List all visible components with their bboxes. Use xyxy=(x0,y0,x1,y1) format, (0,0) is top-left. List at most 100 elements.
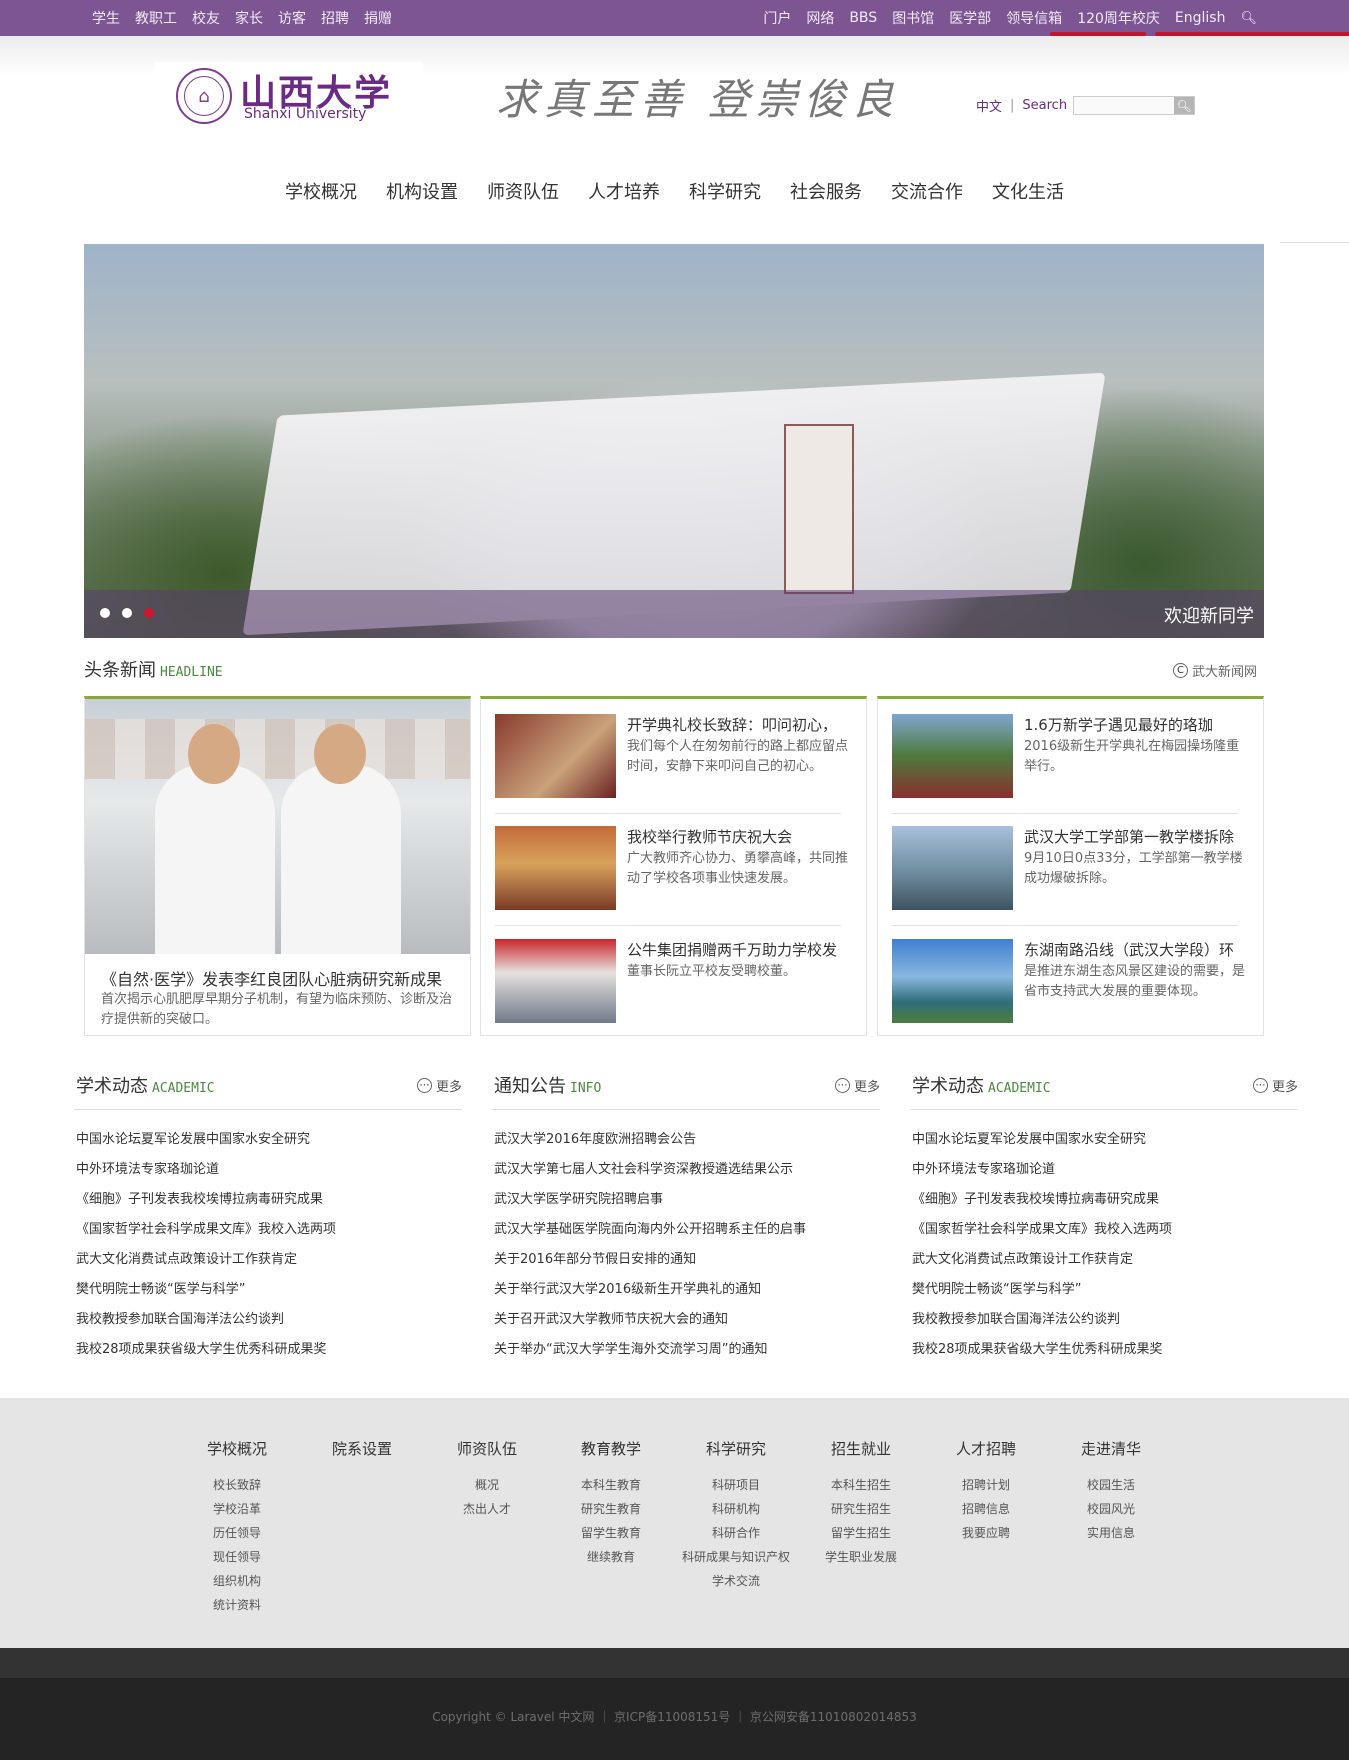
news-thumbnail[interactable] xyxy=(495,939,616,1023)
footer-link[interactable]: 招聘信息 xyxy=(916,1497,1056,1521)
link-students[interactable]: 学生 xyxy=(92,8,120,28)
footer-column-title[interactable]: 人才招聘 xyxy=(916,1438,1056,1459)
footer-link[interactable]: 校长致辞 xyxy=(167,1473,307,1497)
list-item[interactable]: 《国家哲学社会科学成果文库》我校入选两项 xyxy=(76,1220,464,1250)
news-item[interactable]: 公牛集团捐赠两千万助力学校发 董事长阮立平校友受聘校董。 xyxy=(495,939,855,1023)
footer-column-title[interactable]: 走进清华 xyxy=(1041,1438,1181,1459)
search-input[interactable] xyxy=(1074,99,1174,117)
footer-link[interactable]: 留学生教育 xyxy=(541,1521,681,1545)
link-mailbox[interactable]: 领导信箱 xyxy=(1006,8,1062,28)
carousel-dot[interactable] xyxy=(122,608,132,618)
footer-link[interactable]: 校园风光 xyxy=(1041,1497,1181,1521)
list-item[interactable]: 中国水论坛夏军论发展中国家水安全研究 xyxy=(76,1130,464,1160)
list-item[interactable]: 中外环境法专家珞珈论道 xyxy=(912,1160,1300,1190)
list-item[interactable]: 武汉大学第七届人文社会科学资深教授遴选结果公示 xyxy=(494,1160,882,1190)
list-item[interactable]: 《细胞》子刊发表我校埃博拉病毒研究成果 xyxy=(912,1190,1300,1220)
footer-link[interactable]: 本科生教育 xyxy=(541,1473,681,1497)
footer-link[interactable]: 我要应聘 xyxy=(916,1521,1056,1545)
nav-exchange[interactable]: 交流合作 xyxy=(891,178,963,204)
news-item[interactable]: 我校举行教师节庆祝大会 广大教师齐心协力、勇攀高峰，共同推动了学校各项事业快速发… xyxy=(495,826,855,910)
link-alumni[interactable]: 校友 xyxy=(192,8,220,28)
news-thumbnail[interactable] xyxy=(495,826,616,910)
news-title[interactable]: 公牛集团捐赠两千万助力学校发 xyxy=(627,939,855,960)
feature-news-photo[interactable] xyxy=(85,699,470,954)
list-item[interactable]: 武汉大学医学研究院招聘启事 xyxy=(494,1190,882,1220)
list-item[interactable]: 关于2016年部分节假日安排的通知 xyxy=(494,1250,882,1280)
footer-link[interactable]: 留学生招生 xyxy=(791,1521,931,1545)
more-link[interactable]: ⋯ 更多 xyxy=(834,1076,880,1095)
nav-culture[interactable]: 文化生活 xyxy=(992,178,1064,204)
list-item[interactable]: 关于召开武汉大学教师节庆祝大会的通知 xyxy=(494,1310,882,1340)
link-jobs[interactable]: 招聘 xyxy=(321,8,349,28)
link-visitors[interactable]: 访客 xyxy=(278,8,306,28)
carousel-dot[interactable] xyxy=(100,608,110,618)
footer-column-title[interactable]: 教育教学 xyxy=(541,1438,681,1459)
more-link[interactable]: ⋯ 更多 xyxy=(416,1076,462,1095)
search-button[interactable]: 🔍︎ xyxy=(1174,97,1194,114)
footer-link[interactable]: 历任领导 xyxy=(167,1521,307,1545)
footer-link[interactable]: 校园生活 xyxy=(1041,1473,1181,1497)
footer-link[interactable]: 科研项目 xyxy=(666,1473,806,1497)
nav-service[interactable]: 社会服务 xyxy=(790,178,862,204)
footer-link[interactable]: 杰出人才 xyxy=(417,1497,557,1521)
footer-link[interactable]: 实用信息 xyxy=(1041,1521,1181,1545)
footer-link[interactable]: 本科生招生 xyxy=(791,1473,931,1497)
list-item[interactable]: 樊代明院士畅谈“医学与科学” xyxy=(76,1280,464,1310)
list-item[interactable]: 中国水论坛夏军论发展中国家水安全研究 xyxy=(912,1130,1300,1160)
news-item[interactable]: 东湖南路沿线（武汉大学段）环 是推进东湖生态风景区建设的需要，是省市支持武大发展… xyxy=(892,939,1252,1023)
list-item[interactable]: 我校教授参加联合国海洋法公约谈判 xyxy=(76,1310,464,1340)
list-item[interactable]: 我校教授参加联合国海洋法公约谈判 xyxy=(912,1310,1300,1340)
news-site-link[interactable]: C 武大新闻网 xyxy=(1173,661,1257,680)
news-thumbnail[interactable] xyxy=(892,714,1013,798)
search-icon[interactable]: 🔍︎ xyxy=(1240,11,1257,26)
nav-organization[interactable]: 机构设置 xyxy=(386,178,458,204)
footer-link[interactable]: 科研合作 xyxy=(666,1521,806,1545)
list-item[interactable]: 武大文化消费试点政策设计工作获肯定 xyxy=(76,1250,464,1280)
footer-link[interactable]: 学校沿革 xyxy=(167,1497,307,1521)
list-item[interactable]: 我校28项成果获省级大学生优秀科研成果奖 xyxy=(912,1340,1300,1370)
news-title[interactable]: 武汉大学工学部第一教学楼拆除 xyxy=(1024,826,1252,847)
list-item[interactable]: 《细胞》子刊发表我校埃博拉病毒研究成果 xyxy=(76,1190,464,1220)
news-title[interactable]: 我校举行教师节庆祝大会 xyxy=(627,826,855,847)
footer-link[interactable]: 学生职业发展 xyxy=(791,1545,931,1569)
footer-link[interactable]: 组织机构 xyxy=(167,1569,307,1593)
list-item[interactable]: 武汉大学基础医学院面向海内外公开招聘系主任的启事 xyxy=(494,1220,882,1250)
list-item[interactable]: 中外环境法专家珞珈论道 xyxy=(76,1160,464,1190)
list-item[interactable]: 我校28项成果获省级大学生优秀科研成果奖 xyxy=(76,1340,464,1370)
footer-link[interactable]: 科研成果与知识产权 xyxy=(666,1545,806,1569)
news-thumbnail[interactable] xyxy=(892,939,1013,1023)
list-item[interactable]: 《国家哲学社会科学成果文库》我校入选两项 xyxy=(912,1220,1300,1250)
link-donate[interactable]: 捐赠 xyxy=(364,8,392,28)
list-item[interactable]: 樊代明院士畅谈“医学与科学” xyxy=(912,1280,1300,1310)
footer-link[interactable]: 概况 xyxy=(417,1473,557,1497)
footer-link[interactable]: 现任领导 xyxy=(167,1545,307,1569)
nav-faculty[interactable]: 师资队伍 xyxy=(487,178,559,204)
footer-column-title[interactable]: 学校概况 xyxy=(167,1438,307,1459)
news-item[interactable]: 1.6万新学子遇见最好的珞珈 2016级新生开学典礼在梅园操场隆重举行。 xyxy=(892,714,1252,798)
footer-column-title[interactable]: 师资队伍 xyxy=(417,1438,557,1459)
more-link[interactable]: ⋯ 更多 xyxy=(1252,1076,1298,1095)
logo-subtitle[interactable]: Shanxi University xyxy=(244,106,366,122)
link-network[interactable]: 网络 xyxy=(806,8,834,28)
list-item[interactable]: 武大文化消费试点政策设计工作获肯定 xyxy=(912,1250,1300,1280)
carousel-dot-active[interactable] xyxy=(144,608,154,618)
link-portal[interactable]: 门户 xyxy=(763,8,791,28)
news-title[interactable]: 东湖南路沿线（武汉大学段）环 xyxy=(1024,939,1252,960)
nav-about[interactable]: 学校概况 xyxy=(285,178,357,204)
footer-column-title[interactable]: 招生就业 xyxy=(791,1438,931,1459)
footer-link[interactable]: 统计资料 xyxy=(167,1593,307,1617)
link-staff[interactable]: 教职工 xyxy=(135,8,177,28)
list-item[interactable]: 关于举行武汉大学2016级新生开学典礼的通知 xyxy=(494,1280,882,1310)
lang-chinese-link[interactable]: 中文 xyxy=(976,96,1002,115)
link-bbs[interactable]: BBS xyxy=(849,10,877,26)
banner-caption[interactable]: 欢迎新同学 xyxy=(1164,602,1254,628)
news-thumbnail[interactable] xyxy=(495,714,616,798)
list-item[interactable]: 武汉大学2016年度欧洲招聘会公告 xyxy=(494,1130,882,1160)
footer-column-title[interactable]: 科学研究 xyxy=(666,1438,806,1459)
footer-link[interactable]: 科研机构 xyxy=(666,1497,806,1521)
news-item[interactable]: 武汉大学工学部第一教学楼拆除 9月10日0点33分，工学部第一教学楼成功爆破拆除… xyxy=(892,826,1252,910)
footer-link[interactable]: 继续教育 xyxy=(541,1545,681,1569)
news-title[interactable]: 开学典礼校长致辞：叩问初心， xyxy=(627,714,855,735)
list-item[interactable]: 关于举办“武汉大学学生海外交流学习周”的通知 xyxy=(494,1340,882,1370)
feature-news-card[interactable]: 《自然·医学》发表李红良团队心脏病研究新成果 首次揭示心肌肥厚早期分子机制，有望… xyxy=(84,696,471,1036)
